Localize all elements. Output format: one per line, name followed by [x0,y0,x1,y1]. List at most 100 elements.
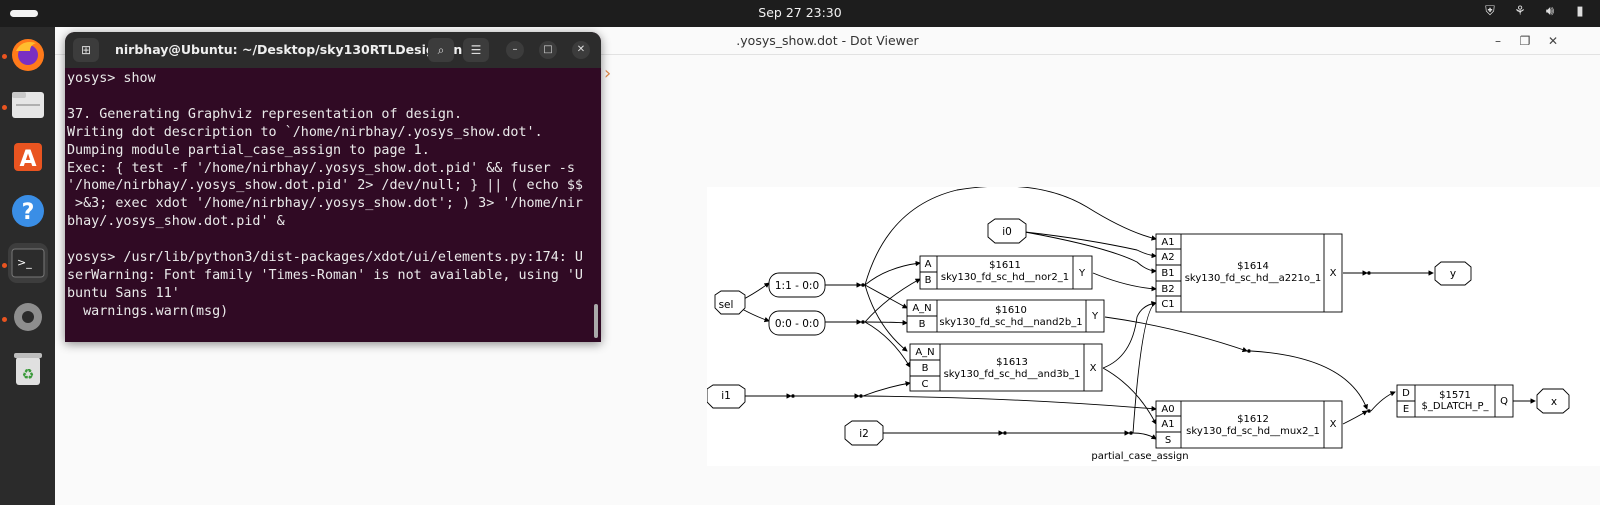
files-icon[interactable] [8,85,48,125]
menu-icon[interactable]: ☰ [463,38,489,62]
svg-text:C1: C1 [1161,299,1174,310]
svg-text:B2: B2 [1161,284,1174,295]
terminal-window[interactable]: ⊞ nirbhay@Ubuntu: ~/Desktop/sky130RTLDes… [65,32,601,342]
volume-icon[interactable]: 🔊︎ [1542,4,1558,20]
svg-text:i1: i1 [721,390,731,402]
svg-text:$_DLATCH_P_: $_DLATCH_P_ [1422,401,1490,412]
network-icon[interactable]: ⚘ [1512,4,1528,20]
svg-text:>_: >_ [17,256,32,269]
svg-text:C: C [922,379,929,390]
port-i0: i0 [987,218,1027,244]
svg-text:sky130_fd_sc_hd__nor2_1: sky130_fd_sc_hd__nor2_1 [941,272,1069,283]
svg-text:?: ? [22,200,35,225]
svg-text:1:1 - 0:0: 1:1 - 0:0 [775,280,819,292]
port-i1: i1 [706,384,746,409]
svg-text:sky130_fd_sc_hd__mux2_1: sky130_fd_sc_hd__mux2_1 [1186,426,1320,437]
svg-text:Q: Q [1500,396,1508,407]
search-icon[interactable]: ⌕ [428,38,454,62]
port-i2: i2 [844,420,884,446]
terminal-line: 37. Generating Graphviz representation o… [67,106,463,122]
app-center-icon[interactable]: A [8,137,48,177]
terminal-line: serWarning: Font family 'Times-Roman' is… [67,267,583,283]
svg-text:i2: i2 [859,428,869,440]
port-y: y [1434,261,1472,286]
svg-text:$1611: $1611 [989,260,1021,271]
svg-text:Y: Y [1091,311,1099,322]
graph-canvas[interactable]: sel i0 i1 i2 y x 1:1 - 0:0 0:0 - 0:0 A B… [706,185,1600,466]
terminal-line: warnings.warn(msg) [67,303,229,319]
terminal-header: ⊞ nirbhay@Ubuntu: ~/Desktop/sky130RTLDes… [65,32,601,68]
svg-text:$1612: $1612 [1237,414,1269,425]
help-icon[interactable]: ? [8,191,48,231]
maximize-button[interactable]: □ [539,41,557,59]
port-sel: sel [714,290,746,315]
maximize-button[interactable]: ❐ [1516,32,1534,50]
svg-text:A: A [19,147,36,172]
svg-text:sky130_fd_sc_hd__and3b_1: sky130_fd_sc_hd__and3b_1 [944,369,1081,380]
svg-text:i0: i0 [1002,226,1012,238]
svg-text:D: D [1402,388,1410,399]
svg-text:$1571: $1571 [1439,390,1471,401]
dock: A ? >_ ♻ [0,27,55,505]
terminal-line: Writing dot description to `/home/nirbha… [67,124,543,140]
chevron-right-icon[interactable]: › [604,63,611,84]
terminal-line: buntu Sans 11' [67,285,180,301]
svg-text:X: X [1330,419,1337,430]
trash-icon[interactable]: ♻ [8,349,48,389]
terminal-title: nirbhay@Ubuntu: ~/Desktop/sky130RTLDesig… [115,42,477,57]
slice-1-1: 1:1 - 0:0 [768,272,826,298]
cell-1613: A_N B C $1613 sky130_fd_sc_hd__and3b_1 X [909,343,1103,392]
svg-text:A_N: A_N [912,303,931,314]
svg-text:X: X [1090,363,1097,374]
svg-text:B: B [922,363,929,374]
svg-text:E: E [1403,404,1409,415]
minimize-button[interactable]: – [506,41,524,59]
terminal-line: bhay/.yosys_show.dot.pid' & [67,214,285,230]
terminal-line: yosys> /usr/lib/python3/dist-packages/xd… [67,250,583,266]
new-tab-icon[interactable]: ⊞ [73,38,99,62]
close-button[interactable]: ✕ [572,41,590,59]
minimize-button[interactable]: – [1489,32,1507,50]
top-bar: Sep 27 23:30 ⛨ ⚘ 🔊︎ ▮ [0,0,1600,27]
cell-1611: A B $1611 sky130_fd_sc_hd__nor2_1 Y [919,255,1093,290]
terminal-line: '/home/nirbhay/.yosys_show.dot.pid' 2> /… [67,178,583,194]
svg-text:sky130_fd_sc_hd__nand2b_1: sky130_fd_sc_hd__nand2b_1 [939,317,1082,328]
svg-text:A2: A2 [1161,252,1174,263]
cell-1610: A_N B $1610 sky130_fd_sc_hd__nand2b_1 Y [906,299,1105,333]
svg-text:$1614: $1614 [1237,261,1269,272]
svg-text:Y: Y [1078,268,1086,279]
clock[interactable]: Sep 27 23:30 [0,5,1600,20]
svg-text:y: y [1450,268,1456,280]
shield-icon[interactable]: ⛨ [1482,4,1498,20]
terminal-line: >&3; exec xdot '/home/nirbhay/.yosys_sho… [67,196,583,212]
settings-icon[interactable] [8,297,48,337]
module-label: partial_case_assign [1091,451,1188,462]
svg-text:B1: B1 [1161,268,1174,279]
svg-text:0:0 - 0:0: 0:0 - 0:0 [775,318,819,330]
terminal-icon[interactable]: >_ [8,243,48,283]
svg-text:A1: A1 [1161,419,1174,430]
cell-1614: A1 A2 B1 B2 C1 $1614 sky130_fd_sc_hd__a2… [1155,233,1343,313]
firefox-icon[interactable] [8,35,48,75]
close-button[interactable]: ✕ [1544,32,1562,50]
svg-text:A_N: A_N [915,347,934,358]
port-x: x [1536,388,1570,414]
terminal-output[interactable]: yosys> show 37. Generating Graphviz repr… [67,70,597,342]
svg-text:A0: A0 [1161,404,1174,415]
terminal-line: Dumping module partial_case_assign to pa… [67,142,430,158]
system-tray[interactable]: ⛨ ⚘ 🔊︎ ▮ [1482,4,1588,20]
svg-text:$1613: $1613 [996,357,1028,368]
terminal-line: yosys> show [67,71,156,86]
cell-1612: A0 A1 S $1612 sky130_fd_sc_hd__mux2_1 X [1155,400,1343,449]
svg-text:B: B [925,275,932,286]
svg-text:x: x [1551,396,1557,408]
svg-text:S: S [1165,435,1171,446]
battery-icon[interactable]: ▮ [1572,4,1588,20]
svg-text:A: A [925,259,932,270]
svg-text:B: B [919,319,926,330]
terminal-scrollbar[interactable] [594,304,598,338]
svg-text:sel: sel [719,299,734,311]
svg-text:$1610: $1610 [995,305,1027,316]
